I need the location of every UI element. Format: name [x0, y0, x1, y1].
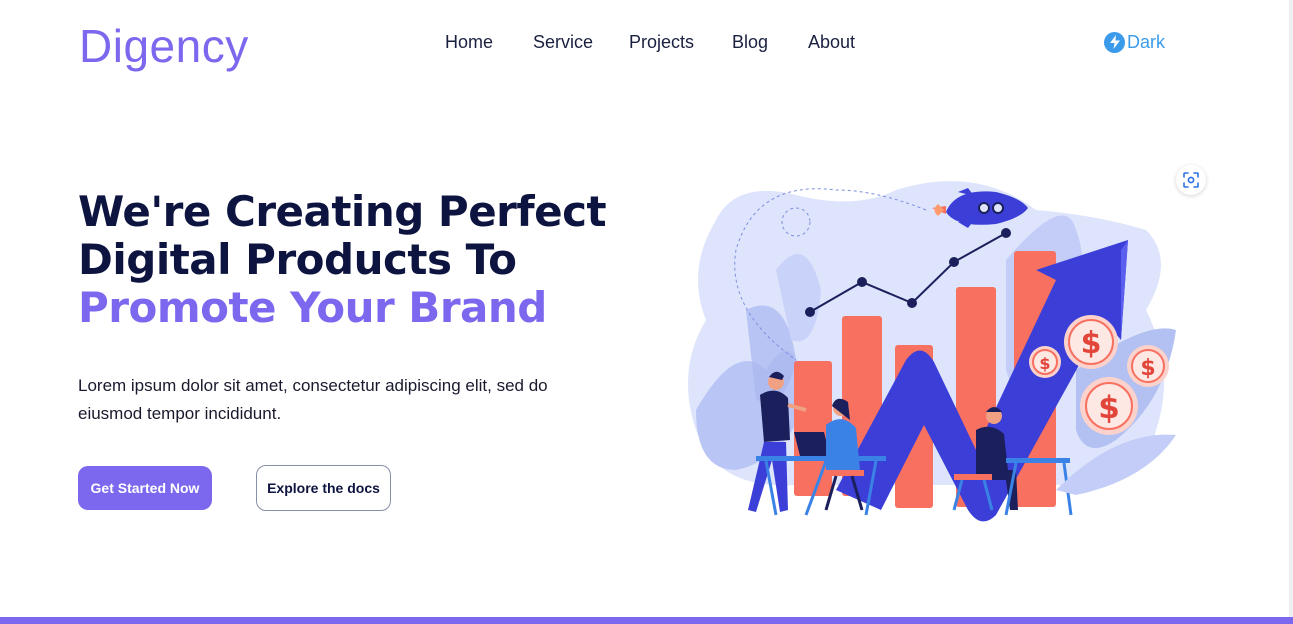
hero-title-line-1: We're Creating Perfect — [78, 187, 607, 236]
scrollbar-track — [1289, 0, 1293, 617]
svg-text:$: $ — [1081, 326, 1102, 361]
nav-projects[interactable]: Projects — [629, 30, 694, 54]
logo[interactable]: Digency — [79, 18, 249, 74]
svg-text:$: $ — [1039, 354, 1050, 373]
explore-docs-button[interactable]: Explore the docs — [256, 465, 391, 511]
section-divider-bar — [0, 617, 1293, 624]
growth-chart-illustration: $ $ $ $ — [688, 181, 1176, 522]
site-header: Digency Home Service Projects Blog About… — [0, 0, 1293, 90]
nav-service[interactable]: Service — [533, 30, 593, 54]
nav-blog[interactable]: Blog — [732, 30, 768, 54]
theme-toggle[interactable]: Dark — [1104, 30, 1165, 54]
hero-title-accent: Promote Your Brand — [78, 283, 547, 332]
svg-text:$: $ — [1098, 390, 1120, 426]
lightning-bolt-icon — [1104, 31, 1125, 53]
hero-description: Lorem ipsum dolor sit amet, consectetur … — [78, 376, 548, 423]
nav-home[interactable]: Home — [445, 30, 493, 54]
get-started-button[interactable]: Get Started Now — [78, 466, 212, 510]
nav-about[interactable]: About — [808, 30, 855, 54]
svg-text:$: $ — [1140, 356, 1155, 381]
theme-toggle-label: Dark — [1127, 31, 1166, 52]
hero-title-line-2: Digital Products To — [78, 235, 517, 284]
hero-title: We're Creating Perfect Digital Products … — [78, 188, 658, 332]
